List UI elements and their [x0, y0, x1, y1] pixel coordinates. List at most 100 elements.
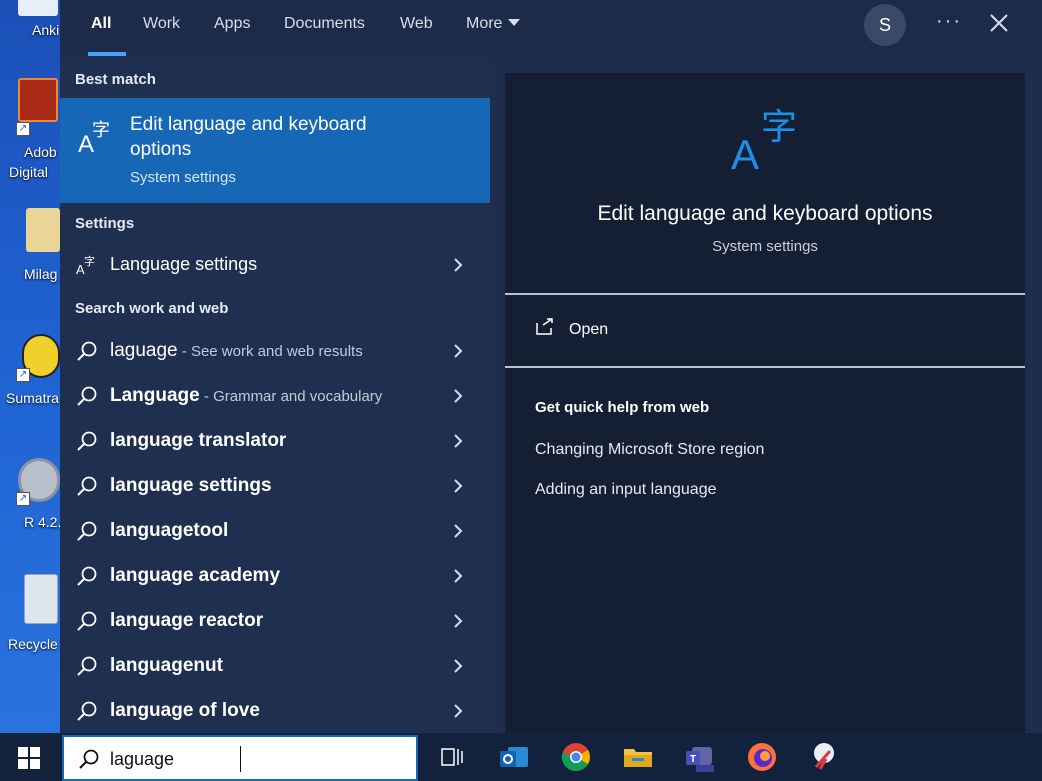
web-result-item[interactable]: laguage - See work and web results [60, 329, 490, 374]
desktop-icon-label: R 4.2. [24, 514, 62, 530]
chevron-right-icon[interactable] [452, 388, 464, 404]
help-link[interactable]: Adding an input language [535, 481, 717, 499]
open-label: Open [569, 321, 609, 338]
search-icon [77, 341, 97, 361]
best-match-subtitle: System settings [130, 169, 236, 186]
web-result-label: language reactor [110, 610, 263, 632]
web-result-item[interactable]: Language - Grammar and vocabulary [60, 374, 490, 419]
tab-documents[interactable]: Documents [284, 15, 365, 33]
best-match-item[interactable]: A 字 Edit language and keyboard options S… [60, 98, 490, 203]
adobe-digital-editions-icon [18, 78, 58, 122]
svg-text:字: 字 [92, 120, 110, 141]
snipping-tool-icon[interactable] [808, 741, 840, 773]
language-icon: A 字 [731, 107, 797, 175]
search-icon [77, 611, 97, 631]
chevron-right-icon[interactable] [452, 703, 464, 719]
web-result-label: language translator [110, 430, 286, 452]
shortcut-arrow-icon: ↗ [16, 492, 30, 506]
search-icon [77, 476, 97, 496]
tab-work[interactable]: Work [143, 15, 180, 33]
search-web-header: Search work and web [75, 300, 229, 317]
tab-web[interactable]: Web [400, 15, 433, 33]
chrome-icon[interactable] [560, 741, 592, 773]
svg-text:A: A [731, 131, 759, 175]
search-icon [77, 701, 97, 721]
chevron-right-icon[interactable] [452, 343, 464, 359]
chevron-right-icon[interactable] [452, 613, 464, 629]
desktop-icon-label: Anki [32, 22, 60, 38]
windows-start-icon[interactable] [18, 747, 40, 769]
chevron-right-icon[interactable] [452, 433, 464, 449]
tab-apps[interactable]: Apps [214, 15, 250, 33]
chevron-right-icon[interactable] [452, 523, 464, 539]
teams-icon[interactable]: T [684, 741, 716, 773]
tab-more[interactable]: More [466, 15, 521, 33]
desktop-icon-label: Milag [24, 266, 58, 282]
web-result-query: language academy [110, 565, 281, 586]
task-view-icon[interactable] [436, 741, 468, 773]
web-result-item[interactable]: language translator [60, 419, 490, 464]
web-result-query: language settings [110, 475, 272, 496]
divider [505, 293, 1025, 295]
preview-pane: A 字 Edit language and keyboard options S… [505, 73, 1025, 733]
search-tabs-bar: All Work Apps Documents Web More S ··· [60, 0, 1042, 57]
web-result-query: languagetool [110, 520, 229, 541]
text-cursor [240, 746, 241, 772]
web-result-label: language of love [110, 700, 260, 722]
recycle-bin-icon [24, 574, 58, 624]
taskbar-search-box[interactable]: laguage [62, 735, 418, 781]
tab-all[interactable]: All [91, 15, 111, 33]
close-icon[interactable] [986, 10, 1012, 36]
web-result-query: Language [110, 385, 200, 406]
web-result-item[interactable]: language reactor [60, 599, 490, 644]
more-options-button[interactable]: ··· [936, 10, 962, 33]
desktop: Anki ↗ Adob Digital Milag ↗ Sumatra ↗ R … [0, 0, 62, 733]
best-match-header: Best match [75, 71, 156, 88]
preview-title: Edit language and keyboard options [597, 202, 933, 225]
chevron-right-icon[interactable] [452, 257, 464, 273]
web-result-label: laguage - See work and web results [110, 340, 363, 362]
web-result-label: languagenut [110, 655, 223, 677]
results-list: Best match A 字 Edit language and keyboar… [60, 57, 490, 733]
chevron-right-icon[interactable] [452, 658, 464, 674]
preview-subtitle: System settings [712, 238, 818, 255]
chevron-right-icon[interactable] [452, 478, 464, 494]
tab-more-label: More [466, 15, 503, 32]
avatar[interactable]: S [864, 4, 906, 46]
search-icon [77, 386, 97, 406]
svg-text:T: T [690, 754, 696, 765]
desktop-icon-label: Adob [24, 144, 57, 160]
web-result-hint: - Grammar and vocabulary [199, 388, 383, 405]
desktop-icon-label: Digital [9, 164, 48, 180]
web-result-item[interactable]: languagetool [60, 509, 490, 554]
chevron-right-icon[interactable] [452, 568, 464, 584]
document-folder-icon [26, 208, 60, 252]
web-result-hint: - See work and web results [177, 343, 363, 360]
help-link[interactable]: Changing Microsoft Store region [535, 441, 764, 459]
search-icon [77, 656, 97, 676]
web-result-item[interactable]: languagenut [60, 644, 490, 689]
file-explorer-icon[interactable] [622, 741, 654, 773]
desktop-icon-label: Recycle [8, 636, 58, 652]
language-icon: A 字 [78, 120, 110, 156]
search-icon [77, 566, 97, 586]
search-icon [77, 431, 97, 451]
firefox-icon[interactable] [746, 741, 778, 773]
divider [505, 366, 1025, 368]
web-result-item[interactable]: language settings [60, 464, 490, 509]
svg-text:字: 字 [84, 254, 95, 268]
active-tab-indicator [88, 52, 126, 56]
web-result-item[interactable]: language of love [60, 689, 490, 734]
web-result-label: language academy [110, 565, 280, 587]
search-input[interactable]: laguage [110, 749, 174, 770]
outlook-icon[interactable] [498, 741, 530, 773]
search-icon [79, 749, 99, 769]
search-panel: All Work Apps Documents Web More S ··· B… [60, 0, 1042, 733]
language-icon: A 字 [76, 254, 95, 276]
web-result-query: languagenut [110, 655, 223, 676]
web-result-label: Language - Grammar and vocabulary [110, 385, 382, 407]
open-external-icon [536, 318, 553, 335]
settings-item-language-settings[interactable]: A 字 Language settings [60, 243, 490, 288]
desktop-icon-label: Sumatra [6, 390, 59, 406]
web-result-item[interactable]: language academy [60, 554, 490, 599]
